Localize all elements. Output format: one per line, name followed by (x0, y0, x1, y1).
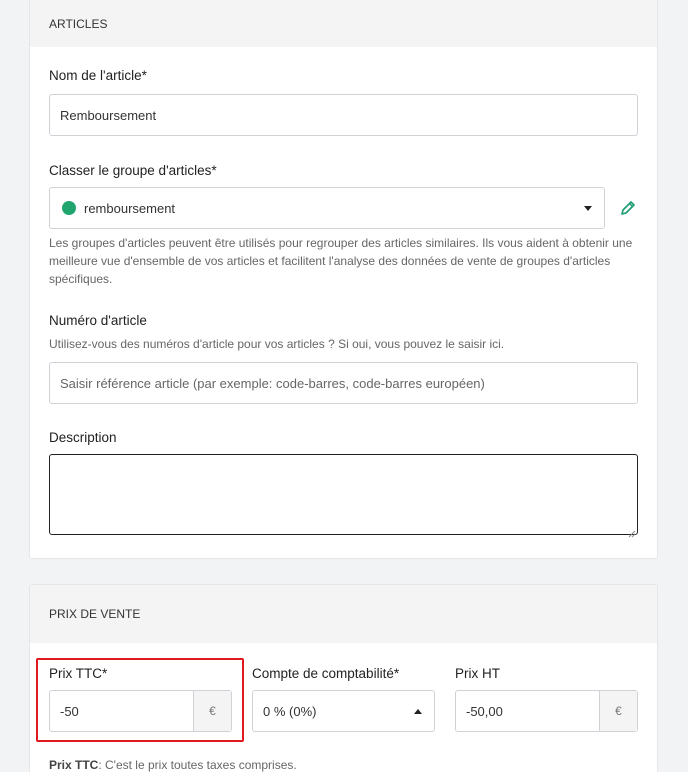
articles-card: ARTICLES Nom de l'article* Remboursement… (29, 0, 658, 559)
articles-header: ARTICLES (30, 0, 657, 47)
prix-header-title: PRIX DE VENTE (49, 607, 141, 621)
description-label: Description (49, 430, 117, 445)
article-name-value: Remboursement (60, 107, 157, 123)
compte-label: Compte de comptabilité* (252, 666, 400, 681)
highlight-box (36, 658, 244, 742)
compte-value: 0 % (0%) (263, 703, 317, 719)
description-textarea[interactable] (49, 454, 638, 538)
articles-header-title: ARTICLES (49, 17, 108, 31)
prix-ttc-note-text: : C'est le prix toutes taxes comprises. (98, 758, 297, 772)
article-group-select[interactable]: remboursement (49, 187, 605, 229)
article-number-help: Utilisez-vous des numéros d'article pour… (49, 337, 505, 351)
article-number-label: Numéro d'article (49, 313, 147, 328)
prix-card: PRIX DE VENTE Prix TTC* -50 € Compte de … (29, 584, 658, 772)
article-number-placeholder: Saisir référence article (par exemple: c… (60, 375, 485, 391)
prix-header: PRIX DE VENTE (30, 585, 657, 643)
article-group-help: Les groupes d'articles peuvent être util… (49, 236, 633, 286)
article-name-input[interactable]: Remboursement (49, 94, 638, 136)
caret-up-icon (414, 709, 422, 714)
compte-select[interactable]: 0 % (0%) (252, 690, 435, 732)
group-color-dot (62, 201, 76, 215)
prix-ttc-note: Prix TTC: C'est le prix toutes taxes com… (49, 756, 297, 772)
pencil-edit-icon[interactable] (619, 199, 637, 217)
prix-ht-value: -50,00 (466, 703, 503, 719)
prix-ttc-note-bold: Prix TTC (49, 758, 99, 772)
resize-handle-icon[interactable] (628, 525, 636, 538)
article-name-label: Nom de l'article* (49, 68, 147, 83)
article-number-input[interactable]: Saisir référence article (par exemple: c… (49, 362, 638, 404)
caret-down-icon (584, 206, 592, 211)
article-group-value: remboursement (84, 200, 176, 216)
prix-ht-label: Prix HT (455, 666, 500, 681)
ht-currency-addon: € (599, 691, 637, 731)
prix-ht-input[interactable]: -50,00 € (455, 690, 638, 732)
article-group-label: Classer le groupe d'articles* (49, 163, 217, 178)
